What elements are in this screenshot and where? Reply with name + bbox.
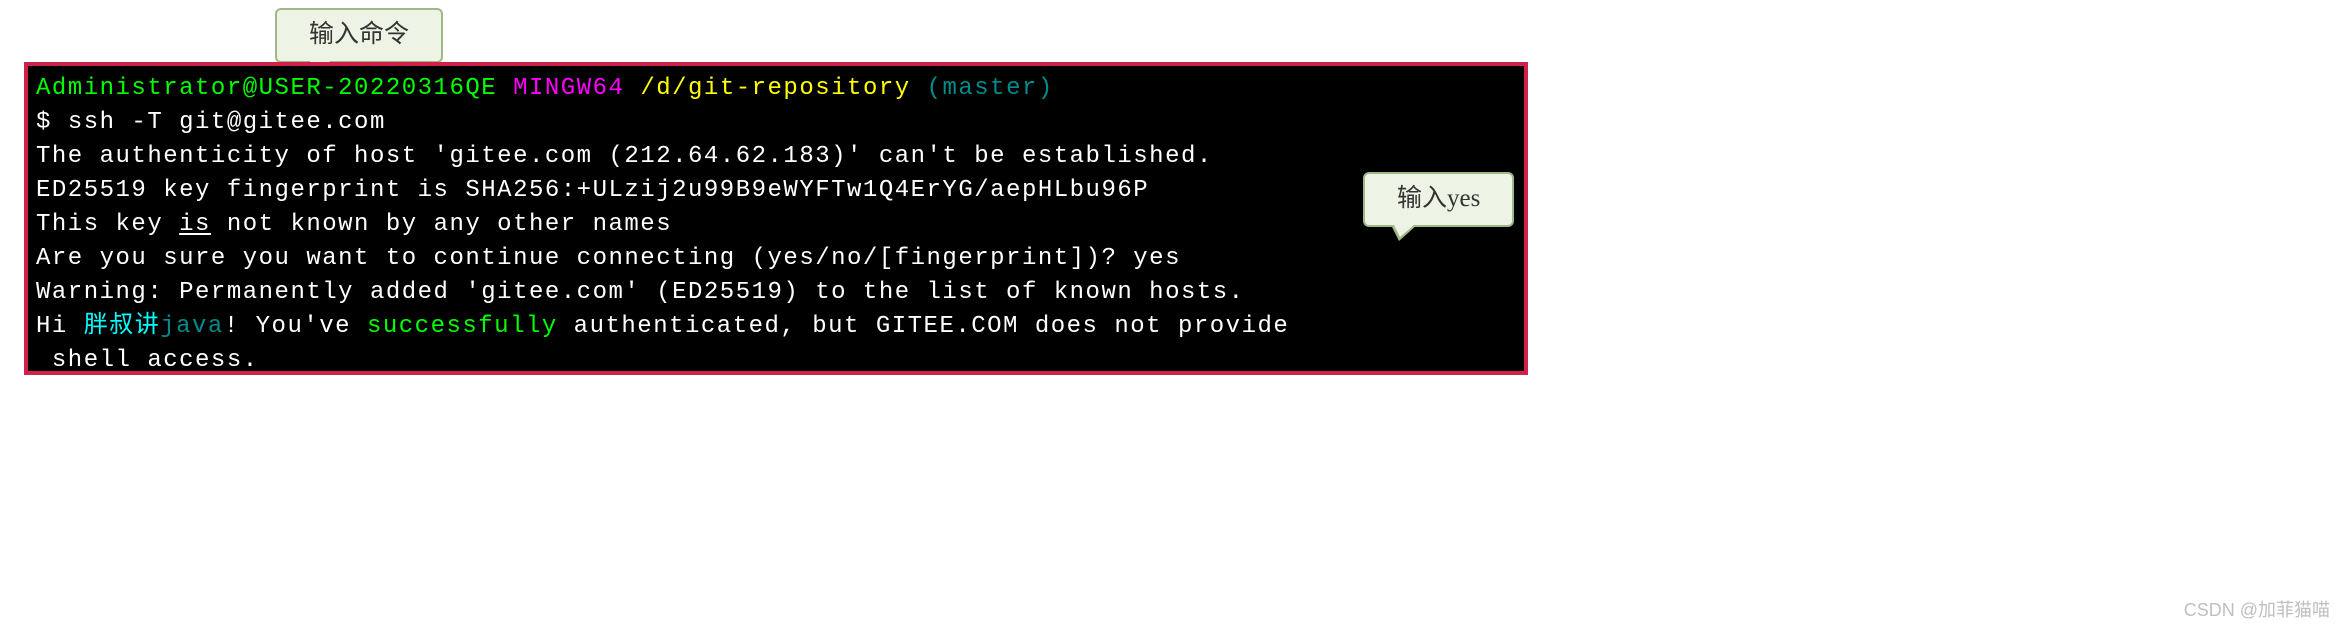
username-cn: 胖叔讲: [84, 313, 161, 340]
prompt-user-host: Administrator@USER-20220316QE: [36, 75, 497, 102]
terminal-output-line: Are you sure you want to continue connec…: [36, 242, 1516, 276]
prompt-env: MINGW64: [513, 75, 624, 102]
success-word: successfully: [367, 313, 558, 340]
prompt-path: /d/git-repository: [640, 75, 910, 102]
prompt-symbol: $: [36, 109, 68, 136]
callout-input-command: 输入命令: [275, 8, 443, 63]
terminal-output-line: The authenticity of host 'gitee.com (212…: [36, 140, 1516, 174]
terminal-output-line: Warning: Permanently added 'gitee.com' (…: [36, 276, 1516, 310]
callout-input-yes: 输入yes: [1363, 172, 1514, 227]
username-en: java: [160, 313, 224, 340]
terminal-output-line: Hi 胖叔讲java! You've successfully authenti…: [36, 310, 1516, 344]
terminal-output-line: ED25519 key fingerprint is SHA256:+ULzij…: [36, 174, 1516, 208]
terminal-output-line: This key is not known by any other names: [36, 208, 1516, 242]
callout-label: 输入yes: [1397, 185, 1480, 212]
terminal-prompt-line: Administrator@USER-20220316QE MINGW64 /d…: [36, 72, 1516, 106]
terminal-window[interactable]: Administrator@USER-20220316QE MINGW64 /d…: [24, 62, 1528, 375]
watermark: CSDN @加菲猫喵: [2184, 596, 2330, 622]
command-text: ssh -T git@gitee.com: [68, 109, 386, 136]
prompt-branch: (master): [927, 75, 1054, 102]
speech-tail-icon: [1391, 225, 1417, 241]
terminal-output-line: shell access.: [36, 344, 1516, 378]
terminal-command-line: $ ssh -T git@gitee.com: [36, 106, 1516, 140]
callout-label: 输入命令: [309, 21, 409, 48]
